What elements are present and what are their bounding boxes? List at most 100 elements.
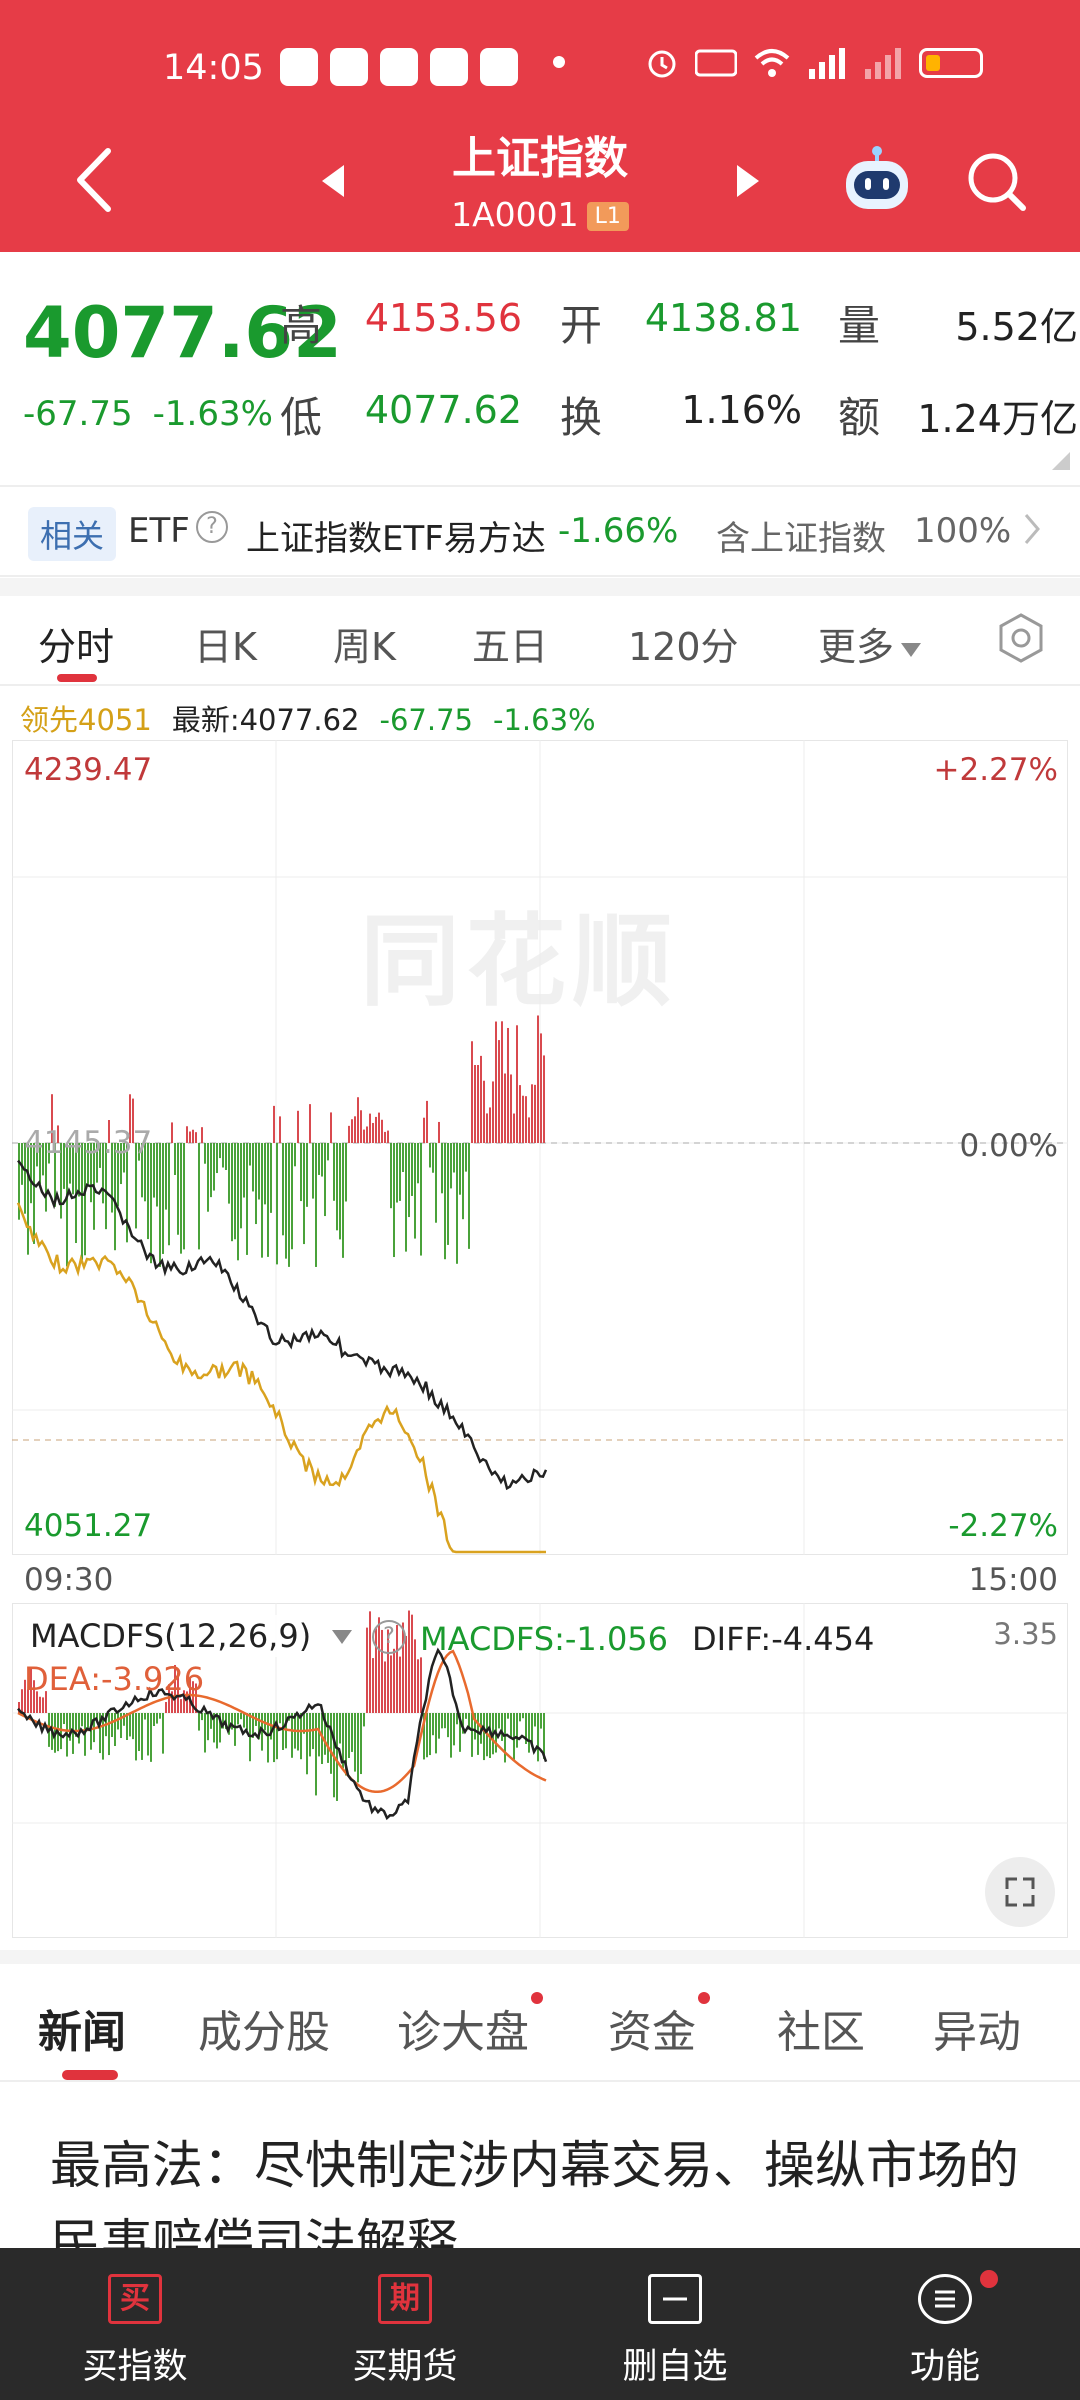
- app-header: 14:05 上证指数 1A0001 L1: [0, 0, 1080, 252]
- volume-label: 量: [838, 301, 881, 350]
- change-percent: -1.63%: [152, 394, 273, 434]
- volume-bar-down: [291, 1143, 293, 1250]
- functions-button[interactable]: 功能: [810, 2248, 1080, 2400]
- macd-indicator-label[interactable]: MACDFS(12,26,9): [24, 1615, 318, 1657]
- volume-bar-up: [330, 1112, 332, 1143]
- tab-more[interactable]: 更多: [818, 616, 922, 671]
- robot-assistant-icon[interactable]: [840, 145, 914, 215]
- remove-watchlist-button[interactable]: 删自选: [540, 2248, 810, 2400]
- macd-bar-up: [393, 1648, 395, 1713]
- tab-diagnose[interactable]: 诊大盘: [397, 1992, 543, 2060]
- volume-bar-up: [543, 1055, 545, 1143]
- intraday-chart[interactable]: [12, 740, 1068, 1555]
- tab-constituents[interactable]: 成分股: [198, 1996, 330, 2060]
- high-label: 高: [280, 301, 323, 350]
- notification-dot: [531, 1992, 543, 2004]
- macd-bar-down: [432, 1713, 434, 1736]
- buy-index-button[interactable]: 买 买指数: [0, 2248, 270, 2400]
- volume-bar-down: [285, 1143, 287, 1259]
- volume-bar-down: [300, 1143, 302, 1202]
- macd-bar-down: [141, 1713, 143, 1760]
- volume-bar-up: [348, 1125, 350, 1143]
- volume-bar-down: [219, 1143, 221, 1159]
- macd-bar-down: [309, 1713, 311, 1757]
- macd-bar-down: [339, 1713, 341, 1744]
- signal-icon-2: [865, 48, 901, 79]
- buy-futures-button[interactable]: 期 买期货: [270, 2248, 540, 2400]
- volume-bar-down: [207, 1143, 209, 1212]
- macd-bar-down: [204, 1713, 206, 1753]
- volume-bar-down: [66, 1143, 68, 1267]
- macd-bar-down: [519, 1713, 521, 1722]
- macd-bar-up: [417, 1659, 419, 1713]
- volume-bar-down: [414, 1143, 416, 1239]
- volume-bar-down: [327, 1143, 329, 1161]
- volume-bar-down: [429, 1143, 431, 1168]
- search-icon[interactable]: [965, 150, 1029, 214]
- volume-bar-down: [420, 1143, 422, 1256]
- tab-community[interactable]: 社区: [777, 1996, 865, 2060]
- quote-panel: 4077.62 -67.75 -1.63% 高 4153.56 开 4138.81…: [0, 252, 1080, 482]
- related-tag: 相关: [28, 507, 117, 561]
- turnover-value: 1.16%: [681, 388, 802, 432]
- volume-bar-up: [360, 1110, 362, 1143]
- tab-120-min[interactable]: 120分: [628, 616, 739, 671]
- tab-anomaly[interactable]: 异动: [933, 1996, 1021, 2060]
- volume-bar-down: [153, 1143, 155, 1198]
- chart-settings-icon[interactable]: [995, 612, 1047, 664]
- volume-bar-down: [399, 1143, 401, 1201]
- tab-intraday[interactable]: 分时: [38, 616, 114, 671]
- macd-axis-max: 3.35: [993, 1617, 1058, 1651]
- leading-indicator: 领先4051: [20, 703, 152, 737]
- macd-bar-up: [399, 1656, 401, 1713]
- macd-bar-down: [198, 1713, 200, 1731]
- section-divider: [0, 578, 1080, 596]
- volume-bar-up: [507, 1027, 509, 1143]
- tab-five-day[interactable]: 五日: [472, 616, 548, 671]
- volume-bar-down: [432, 1143, 434, 1173]
- volume-bar-up: [513, 1113, 515, 1143]
- macd-bar-up: [405, 1635, 407, 1713]
- macd-bar-down: [282, 1713, 284, 1750]
- volume-bar-down: [270, 1143, 272, 1213]
- volume-bar-down: [402, 1143, 404, 1172]
- status-right-icons: [645, 46, 983, 80]
- volume-bar-down: [324, 1143, 326, 1217]
- volume-bar-down: [441, 1143, 443, 1194]
- tab-news[interactable]: 新闻: [38, 1996, 126, 2060]
- tab-funds[interactable]: 资金: [608, 1992, 710, 2060]
- macd-bar-down: [201, 1713, 203, 1721]
- volume-bar-down: [255, 1143, 257, 1225]
- help-icon[interactable]: ?: [196, 511, 228, 543]
- volume-bar-up: [537, 1015, 539, 1143]
- notification-dot: [698, 1992, 710, 2004]
- bottom-action-bar: 买 买指数 期 买期货 删自选 功能: [0, 2248, 1080, 2400]
- volume-bar-up: [483, 1080, 485, 1143]
- fullscreen-button[interactable]: [985, 1857, 1055, 1927]
- macd-bar-down: [528, 1713, 530, 1753]
- tab-weekly-k[interactable]: 周K: [333, 616, 396, 671]
- macd-help-icon[interactable]: ?: [372, 1620, 406, 1654]
- stock-code: 1A0001 L1: [0, 195, 1080, 234]
- macd-bar-down: [114, 1713, 116, 1747]
- volume-bar-down: [468, 1143, 470, 1249]
- volume-bar-down: [225, 1143, 227, 1170]
- volume-bar-down: [222, 1143, 224, 1168]
- signal-icon: [809, 48, 845, 79]
- indicator-dropdown-icon[interactable]: [330, 1628, 354, 1646]
- next-stock-icon[interactable]: [733, 163, 763, 199]
- amount-label: 额: [838, 393, 881, 442]
- macd-bar-up: [369, 1611, 371, 1713]
- volume-bar-up: [492, 1081, 494, 1143]
- volume-bar-down: [453, 1143, 455, 1173]
- related-etf-row[interactable]: 相关 ETF ? 上证指数ETF易方达 -1.66% 含上证指数 100%: [0, 485, 1080, 577]
- tab-daily-k[interactable]: 日K: [194, 616, 257, 671]
- macd-bar-down: [438, 1713, 440, 1739]
- expand-corner-icon[interactable]: [1052, 452, 1070, 470]
- volume-bar-down: [159, 1143, 161, 1267]
- diff-value: DIFF:-4.454: [692, 1620, 875, 1658]
- macd-bar-down: [330, 1713, 332, 1774]
- volume-bar-down: [318, 1143, 320, 1175]
- macd-bar-down: [162, 1713, 164, 1754]
- volume-bar-up: [351, 1119, 353, 1143]
